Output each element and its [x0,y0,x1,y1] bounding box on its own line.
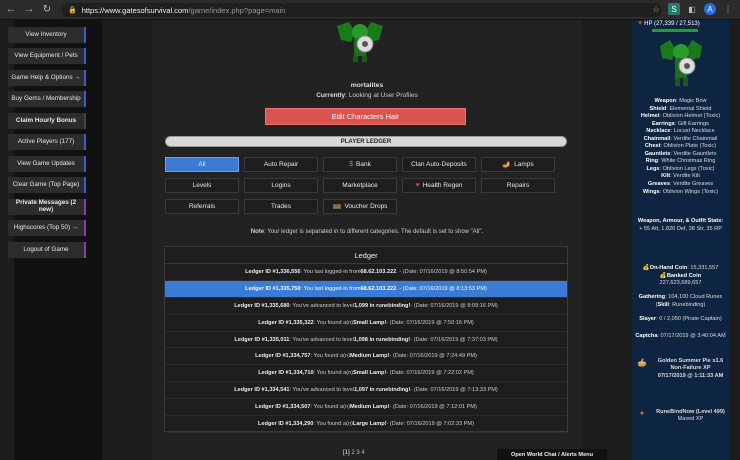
coin-icon: 💰 [642,265,650,271]
forward-icon[interactable]: → [22,3,36,17]
voucher-icon: 🎟 [332,203,342,211]
page-links[interactable]: 2 3 4 [350,450,364,456]
table-row: Ledger ID #1,335,750: You last logged-in… [165,280,567,298]
sidebar-item-hourly-bonus[interactable]: Claim Hourly Bonus [8,113,86,129]
pie-icon: 🥧 [637,358,647,367]
reload-icon[interactable]: ↻ [40,3,54,17]
hp-label: ♥ HP (27,339 / 27,513) [638,20,700,27]
ledger-title: Ledger [165,247,567,264]
url-host: https://www.gatesofsurvival.com [81,5,189,15]
sidebar-item-gems[interactable]: Buy Gems / Membership [8,91,86,107]
rune-icon: ✦ [638,409,646,418]
sidebar-item-game-updates[interactable]: View Game Updates [8,156,86,172]
filter-health-regen[interactable]: ♥ Health Regen [402,178,476,193]
coin-info: 💰On-Hand Coin: 15,331,557 💰Banked Coin 2… [642,265,719,287]
equip-shield: Shield: Elemental Shield [649,105,712,112]
sidebar-item-clear-game[interactable]: Clear Game (Top Page) [8,177,86,193]
lamp-icon: 🪔 [502,161,512,169]
table-row: Ledger ID #1,336,556: You last logged-in… [165,264,567,281]
sidebar-item-help[interactable]: Game Help & Options → [8,70,86,86]
equip-gauntlets: Gauntlets: Verdite Gauntlets [644,150,717,157]
pagination[interactable]: [1] 2 3 4 [343,450,365,456]
equip-chainmail: Chainmail: Verdite Chainmail [643,135,718,142]
character-avatar-small [660,40,702,86]
filter-levels[interactable]: Levels [165,178,239,193]
filter-lamps[interactable]: 🪔 Lamps [481,157,555,172]
pie-buff: 🥧 Golden Summer Pie x1.6 Non-Failure XP 0… [632,358,729,380]
menu-kebab-icon[interactable]: ⋮ [722,3,734,15]
filter-all[interactable]: All [165,157,239,172]
sidebar-item-private-messages[interactable]: Private Messages (2 new) [8,199,86,215]
character-status: Currently: Looking at User Profiles [316,92,418,99]
captcha-info: Captcha: 07/17/2019 @ 3:40:04 AM [635,333,726,339]
sidebar-item-inventory[interactable]: View Inventory [8,27,86,43]
world-chat-button[interactable]: Open World Chat / Alerts Menu [497,449,607,460]
equip-legs: Legs: Oblivion Legs (Toxic) [646,165,715,172]
equipment-list: Weapon: Magic Bow Shield: Elemental Shie… [632,98,729,196]
sidebar-item-logout[interactable]: Logout of Game [8,242,86,258]
table-row: Ledger ID #1,334,290: You found a(n) Lar… [165,416,567,433]
filter-referrals[interactable]: Referrals [165,199,239,214]
equip-ring: Ring: White Christmas Ring [645,158,716,165]
filter-repairs[interactable]: Repairs [481,178,555,193]
filter-auto-repair[interactable]: Auto Repair [244,157,318,172]
filter-marketplace[interactable]: Marketplace [323,178,397,193]
sidebar-item-highscores[interactable]: Highscores (Top 50) → [8,220,86,236]
equip-wings: Wings: Oblivion Wings (Toxic) [642,188,719,195]
extensions-puzzle-icon[interactable]: ◧ [686,3,698,15]
heart-icon: ♥ [415,182,420,189]
equip-greaves: Greaves: Verdite Greaves [647,181,714,188]
filter-trades[interactable]: Trades [244,199,318,214]
equip-weapon: Weapon: Magic Bow [654,98,707,104]
gear-stats: Weapon, Armour, & Outfit Stats: + 55 Att… [637,218,724,232]
lock-icon: 🔒 [68,7,77,14]
equip-chest: Chest: Oblivion Plate (Toxic) [644,143,717,150]
star-icon[interactable]: ☆ [650,3,662,15]
bank-icon: 💰 [659,272,667,279]
sidebar-item-active-players[interactable]: Active Players (177) [8,134,86,150]
url-path: /game/index.php?page=main [188,5,286,15]
edit-hair-button[interactable]: Edit Characters Hair [265,108,466,125]
dollar-icon: $ [349,161,354,168]
ledger-note: Note: Your ledger is separated in to dif… [250,229,484,235]
gathering-info: Gathering: 104,100 Cloud Runes (Skill: R… [638,294,723,308]
filter-clan-auto-deposits[interactable]: Clan Auto-Deposits [402,157,476,172]
page-current[interactable]: [1] [343,450,350,456]
table-row: Ledger ID #1,334,541: You've advanced to… [165,382,567,400]
equip-earrings: Earrings: Gift Earrings [652,120,709,127]
equip-necklace: Necklace: Locust Necklace [646,128,715,135]
heart-icon: ♥ [638,20,643,27]
table-row: Ledger ID #1,334,710: You found a(n) Sma… [165,365,567,383]
sidebar-item-equipment[interactable]: View Equipment / Pets [8,48,86,64]
slayer-info: Slayer: 0 / 2,050 (Pirate Captain) [639,316,722,322]
profile-avatar[interactable]: A [704,3,716,15]
back-icon[interactable]: ← [4,3,18,17]
extension-icon[interactable]: S [668,3,680,15]
hp-bar [652,29,698,32]
address-bar[interactable]: 🔒 https://www.gatesofsurvival.com/game/i… [62,3,662,17]
table-row: Ledger ID #1,335,680: You've advanced to… [165,298,567,315]
character-name: mortalites [350,82,384,89]
ledger-table: Ledger Ledger ID #1,336,556: You last lo… [164,246,568,433]
character-avatar [337,22,383,62]
table-row: Ledger ID #1,335,011: You've advanced to… [165,332,567,349]
filter-bank[interactable]: $ Bank [323,157,397,172]
rune-buff: ✦ RuneBindNow (Level 499) Maxed XP [632,409,729,424]
left-sidebar [14,20,102,460]
filter-logins[interactable]: Logins [244,178,318,193]
table-row: Ledger ID #1,335,322: You found a(n) Sma… [165,315,567,332]
player-ledger-bar: PLAYER LEDGER [165,136,567,147]
equip-helmet: Helmet: Oblivion Helmet (Toxic) [640,113,721,120]
table-row: Ledger ID #1,334,507: You found a(n) Med… [165,399,567,417]
browser-toolbar: ← → ↻ 🔒 https://www.gatesofsurvival.com /… [0,0,740,20]
equip-kilt: Kilt: Verdite Kilt [661,173,700,180]
filter-voucher-drops[interactable]: 🎟 Voucher Drops [323,199,397,214]
table-row: Ledger ID #1,334,757: You found a(n) Med… [165,348,567,366]
